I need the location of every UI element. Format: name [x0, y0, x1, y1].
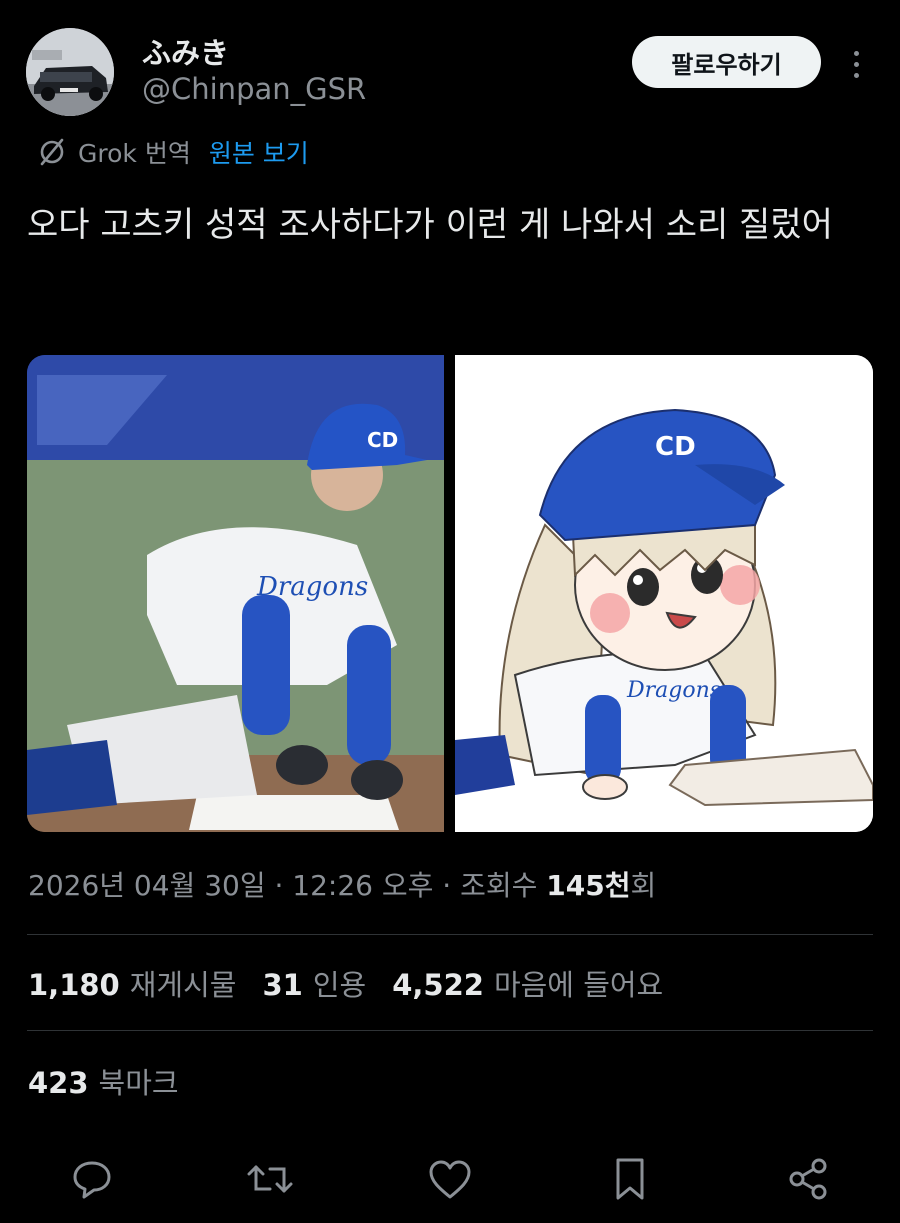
jersey-text-right: Dragons: [626, 678, 721, 703]
bookmark-icon[interactable]: [606, 1155, 654, 1203]
cap-logo-right: CD: [655, 432, 696, 462]
like-icon[interactable]: [426, 1155, 474, 1203]
engagement-stats: 1,180 재게시물 31 인용 4,522 마음에 들어요: [28, 962, 689, 1004]
quotes-stat[interactable]: 31 인용: [262, 962, 366, 1004]
tweet-timestamp[interactable]: 2026년 04월 30일 · 12:26 오후 · 조회수 145천회: [28, 864, 656, 904]
translation-row: Grok 번역 원본 보기: [36, 134, 309, 170]
retweets-count: 1,180: [28, 968, 120, 1002]
bookmarks-stat[interactable]: 423 북마크: [28, 1060, 179, 1102]
likes-stat[interactable]: 4,522 마음에 들어요: [392, 962, 663, 1004]
avatar-image: [26, 28, 114, 116]
view-original-link[interactable]: 원본 보기: [209, 134, 309, 170]
tweet-text: 오다 고츠키 성적 조사하다가 이런 게 나와서 소리 질렀어: [27, 205, 833, 245]
reply-icon[interactable]: [68, 1155, 116, 1203]
follow-button[interactable]: 팔로우하기: [632, 36, 821, 88]
avatar[interactable]: [26, 28, 114, 116]
bookmarks-label: 북마크: [98, 1066, 179, 1100]
media-photo-player[interactable]: Dragons CD: [27, 355, 444, 832]
more-icon[interactable]: [840, 44, 872, 84]
user-handle[interactable]: @Chinpan_GSR: [142, 72, 366, 106]
views-suffix: 회: [630, 869, 657, 902]
more-dot: [853, 50, 859, 56]
helmet-logo-left: CD: [367, 428, 398, 452]
media-illustration-chibi[interactable]: Dragons CD: [455, 355, 873, 832]
share-icon[interactable]: [784, 1155, 832, 1203]
divider: [27, 934, 873, 935]
divider: [27, 1030, 873, 1031]
translation-provider: Grok 번역: [78, 139, 191, 168]
more-dot: [853, 61, 859, 67]
more-dot: [853, 72, 859, 78]
datetime-text: 2026년 04월 30일 · 12:26 오후 · 조회수: [28, 869, 547, 902]
grok-icon: [40, 138, 64, 166]
likes-label: 마음에 들어요: [493, 968, 664, 1002]
bookmarks-count: 423: [28, 1066, 89, 1100]
retweets-stat[interactable]: 1,180 재게시물: [28, 962, 236, 1004]
quotes-count: 31: [262, 968, 303, 1002]
chibi-illustration: Dragons CD: [455, 355, 873, 832]
retweet-icon[interactable]: [246, 1155, 294, 1203]
action-bar: [0, 1155, 900, 1205]
player-photo: Dragons CD: [27, 355, 444, 832]
likes-count: 4,522: [392, 968, 484, 1002]
quotes-label: 인용: [312, 968, 367, 1002]
retweets-label: 재게시물: [129, 968, 237, 1002]
views-count: 145천: [546, 869, 631, 902]
display-name[interactable]: ふみき: [142, 30, 229, 72]
